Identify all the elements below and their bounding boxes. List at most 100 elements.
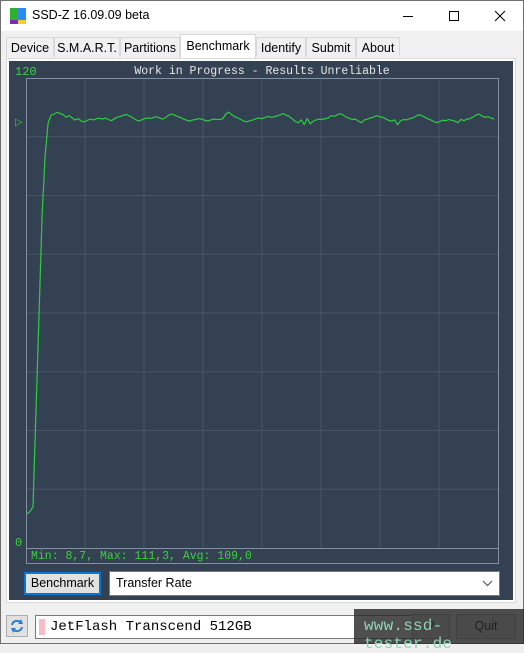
- data-point: [126, 114, 127, 115]
- data-point: [86, 119, 88, 121]
- data-point: [228, 111, 230, 113]
- data-point: [472, 116, 474, 118]
- refresh-button[interactable]: [6, 615, 28, 637]
- data-point: [439, 121, 441, 122]
- data-point: [460, 119, 462, 120]
- data-point: [303, 124, 305, 125]
- refresh-icon: [11, 619, 23, 633]
- data-point: [388, 119, 389, 121]
- data-point: [171, 113, 173, 115]
- data-point: [207, 120, 209, 122]
- data-point: [231, 114, 233, 116]
- data-point: [391, 120, 392, 122]
- data-point: [445, 120, 447, 122]
- data-point: [294, 121, 296, 122]
- data-point: [159, 117, 161, 119]
- data-point: [333, 116, 335, 117]
- data-point: [98, 117, 100, 119]
- data-point: [135, 119, 136, 120]
- data-point: [195, 119, 197, 120]
- data-point: [252, 119, 254, 121]
- data-point: [427, 118, 429, 120]
- data-point: [352, 119, 353, 120]
- data-point: [104, 117, 106, 119]
- data-point: [421, 115, 423, 116]
- data-point: [243, 120, 245, 122]
- data-point: [180, 117, 182, 118]
- benchmark-mode-select[interactable]: Transfer Rate: [109, 571, 500, 596]
- data-point: [394, 119, 395, 121]
- data-point: [65, 116, 67, 118]
- data-point: [373, 116, 374, 118]
- chevron-down-icon: [482, 572, 493, 604]
- data-point: [165, 117, 167, 118]
- data-point: [270, 116, 272, 118]
- data-point: [487, 116, 489, 118]
- data-point: [153, 117, 154, 118]
- data-point: [424, 116, 426, 118]
- data-point: [77, 118, 79, 120]
- data-point: [358, 120, 359, 122]
- data-point: [144, 118, 145, 120]
- data-point: [415, 116, 417, 117]
- data-point: [210, 119, 212, 121]
- watermark: www.ssd-tester.de: [354, 609, 524, 653]
- data-point: [469, 118, 471, 120]
- data-point: [412, 117, 414, 119]
- data-point: [198, 118, 200, 120]
- data-point: [339, 113, 341, 114]
- data-point: [74, 119, 76, 121]
- data-point: [300, 119, 302, 121]
- data-point: [111, 120, 112, 122]
- chart-title: Work in Progress - Results Unreliable: [134, 65, 389, 78]
- data-point: [273, 116, 275, 118]
- data-point: [26, 513, 28, 515]
- data-point: [59, 112, 61, 114]
- data-point: [92, 119, 94, 121]
- benchmark-chart: 120 0 Work in Progress - Results Unrelia…: [15, 65, 499, 564]
- data-point: [141, 119, 142, 121]
- data-point: [276, 115, 278, 117]
- data-point: [448, 119, 450, 120]
- data-point: [62, 114, 64, 116]
- data-point: [267, 116, 269, 117]
- data-point: [376, 115, 377, 116]
- data-point: [174, 114, 176, 116]
- data-point: [129, 115, 130, 117]
- drive-name: JetFlash Transcend 512GB: [50, 619, 252, 635]
- data-point: [370, 117, 371, 119]
- data-point: [321, 119, 323, 120]
- data-point: [189, 120, 191, 122]
- data-point: [346, 116, 347, 118]
- tab-benchmark[interactable]: Benchmark: [180, 34, 256, 58]
- data-point: [493, 118, 495, 120]
- data-point: [324, 118, 326, 120]
- data-point: [282, 113, 284, 114]
- data-point: [475, 114, 477, 116]
- data-point: [32, 506, 34, 508]
- data-point: [258, 117, 260, 119]
- data-point: [463, 120, 465, 122]
- data-point: [150, 117, 151, 119]
- data-point: [29, 511, 31, 512]
- data-point: [349, 117, 350, 119]
- data-point: [114, 118, 115, 120]
- data-point: [117, 116, 118, 118]
- data-point: [89, 118, 91, 120]
- data-point: [41, 214, 43, 216]
- data-point: [107, 119, 109, 120]
- data-point: [330, 115, 332, 116]
- data-point: [382, 116, 383, 118]
- data-point: [397, 124, 398, 125]
- y-tick-label-top: 120: [15, 65, 37, 79]
- benchmark-button[interactable]: Benchmark: [24, 572, 101, 595]
- data-point: [138, 120, 139, 122]
- data-point: [222, 118, 224, 120]
- data-point: [336, 114, 338, 116]
- data-point: [101, 118, 103, 120]
- data-point: [442, 119, 444, 121]
- data-point: [168, 114, 170, 116]
- data-point: [216, 119, 218, 120]
- data-point: [192, 119, 194, 121]
- data-point: [327, 117, 329, 119]
